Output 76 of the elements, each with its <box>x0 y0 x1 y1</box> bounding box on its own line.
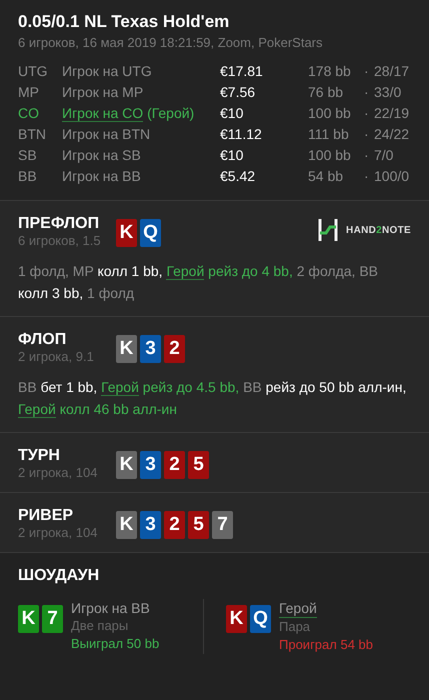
street-title: ПРЕФЛОП <box>18 215 100 233</box>
playing-card: 5 <box>188 451 209 479</box>
playing-card: 2 <box>164 511 185 539</box>
stack-amount: €17.81 <box>220 62 264 81</box>
stack-bb: 178 bb <box>308 62 352 81</box>
stack-amount: €7.56 <box>220 83 256 102</box>
position-label: BTN <box>18 125 47 144</box>
hand-subtitle: 6 игроков, 16 мая 2019 18:21:59, Zoom, PokerStars <box>18 35 324 50</box>
player-name: Игрок на BB <box>71 599 150 617</box>
logo-text: HAND2NOTE <box>346 224 411 236</box>
playing-card: 3 <box>140 335 161 363</box>
player-stats: 7/0 <box>374 146 394 165</box>
player-stats: 24/22 <box>374 125 410 144</box>
hand-rank: Пара <box>279 618 310 636</box>
stack-amount: €5.42 <box>220 167 256 186</box>
logo-icon <box>318 219 338 241</box>
playing-card: Q <box>140 219 161 247</box>
player-name: Игрок на BB <box>62 168 141 184</box>
player-link[interactable]: Герой <box>279 599 317 618</box>
result-text: Выиграл 50 bb <box>71 635 160 653</box>
street-info: 6 игроков, 1.5 <box>18 233 102 248</box>
playing-card: K <box>116 511 137 539</box>
player-name: Игрок на UTG <box>62 63 152 79</box>
player-name: Игрок на MP <box>62 84 144 100</box>
street-title: ФЛОП <box>18 331 68 349</box>
position-label: UTG <box>18 62 49 81</box>
street-info: 2 игрока, 104 <box>18 465 98 480</box>
hand-title: 0.05/0.1 NL Texas Hold'em <box>18 12 230 32</box>
playing-card: 2 <box>164 451 185 479</box>
playing-card: K <box>226 605 247 633</box>
stack-amount: €10 <box>220 104 244 123</box>
position-label: MP <box>18 83 40 102</box>
playing-card: 3 <box>140 511 161 539</box>
separator-dot: · <box>364 146 370 165</box>
separator-dot: · <box>364 167 370 186</box>
hand-rank: Две пары <box>71 617 128 635</box>
separator-dot: · <box>364 104 370 123</box>
stack-bb: 100 bb <box>308 104 352 123</box>
playing-card: K <box>116 335 137 363</box>
playing-card: K <box>116 219 137 247</box>
player-stats: 33/0 <box>374 83 402 102</box>
street-title: ТУРН <box>18 447 61 465</box>
separator-dot: · <box>364 125 370 144</box>
stack-bb: 111 bb <box>308 125 350 144</box>
position-label: SB <box>18 146 38 165</box>
action-text: 1 фолд, MP колл 1 bb, Герой рейз до 4 bb, 2 фолда, BB колл 3 bb, 1 фолд <box>18 262 380 303</box>
stack-bb: 76 bb <box>308 83 344 102</box>
street-title: РИВЕР <box>18 507 74 525</box>
stack-amount: €10 <box>220 146 244 165</box>
stack-bb: 54 bb <box>308 167 344 186</box>
player-stats: 22/19 <box>374 104 410 123</box>
separator-dot: · <box>364 62 370 81</box>
hero-tag: (Герой) <box>147 105 194 121</box>
player-name: Игрок на BTN <box>62 126 150 142</box>
stack-bb: 100 bb <box>308 146 352 165</box>
player-link[interactable]: Игрок на CO <box>62 105 144 122</box>
stack-amount: €11.12 <box>220 125 263 144</box>
playing-card: Q <box>250 605 271 633</box>
result-text: Проиграл 54 bb <box>279 636 373 654</box>
playing-card: K <box>18 605 39 633</box>
playing-card: K <box>116 451 137 479</box>
playing-card: 2 <box>164 335 185 363</box>
separator-dot: · <box>364 83 370 102</box>
action-text: BB бет 1 bb, Герой рейз до 4.5 bb, BB рейз до 50 bb алл-ин, Герой колл 46 bb алл-ин <box>18 378 408 420</box>
player-stats: 100/0 <box>374 167 410 186</box>
player-name: Игрок на SB <box>62 147 141 163</box>
street-info: 2 игрока, 9.1 <box>18 349 95 364</box>
position-label: CO <box>18 104 40 123</box>
playing-card: 7 <box>212 511 233 539</box>
section-title: ШОУДАУН <box>18 567 100 585</box>
playing-card: 5 <box>188 511 209 539</box>
street-info: 2 игрока, 104 <box>18 525 98 540</box>
playing-card: 3 <box>140 451 161 479</box>
playing-card: 7 <box>42 605 63 633</box>
position-label: BB <box>18 167 38 186</box>
player-stats: 28/17 <box>374 62 410 81</box>
